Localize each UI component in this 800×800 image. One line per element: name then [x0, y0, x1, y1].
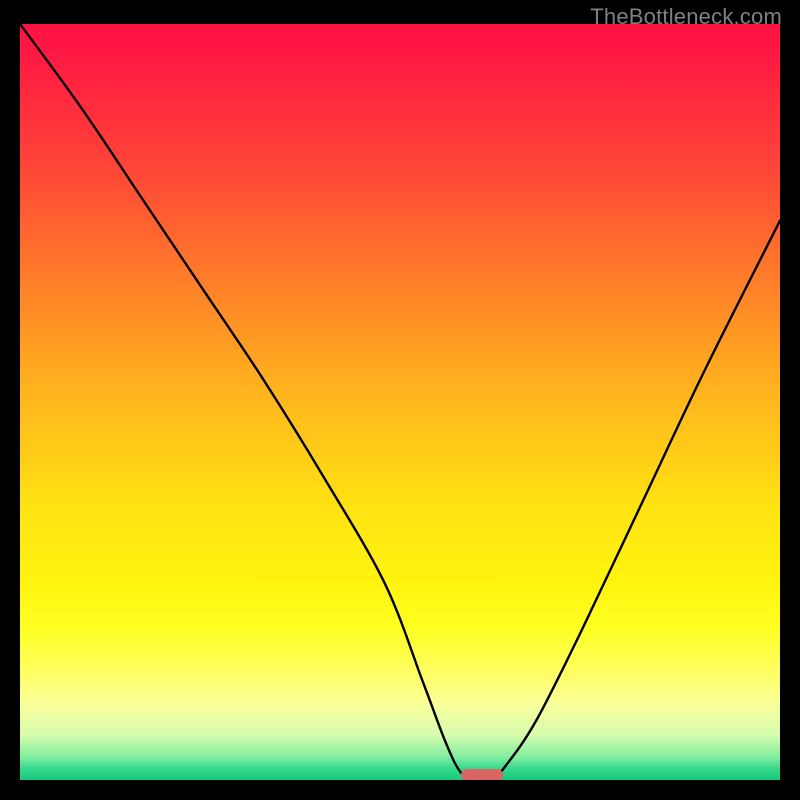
plot-area — [20, 24, 780, 780]
chart-frame: TheBottleneck.com — [0, 0, 800, 800]
curve-path — [20, 24, 780, 780]
minimum-marker — [461, 769, 503, 780]
bottleneck-curve — [20, 24, 780, 780]
watermark-text: TheBottleneck.com — [590, 4, 782, 30]
